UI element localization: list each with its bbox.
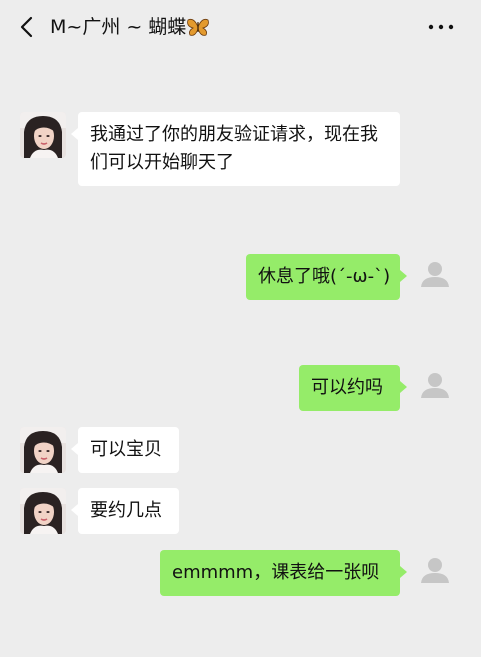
my-avatar[interactable] [412, 254, 458, 300]
butterfly-icon [187, 17, 210, 44]
message-bubble-incoming[interactable]: 要约几点 [71, 488, 179, 534]
contact-avatar[interactable] [20, 427, 66, 473]
message-bubble-outgoing[interactable]: emmmm，课表给一张呗 [160, 550, 407, 596]
my-avatar[interactable] [412, 365, 458, 411]
contact-avatar[interactable] [20, 488, 66, 534]
more-horizontal-icon[interactable] [424, 16, 458, 38]
message-bubble-incoming[interactable]: 可以宝贝 [71, 427, 179, 473]
chat-header: M~广州 ~ 蝴蝶 [0, 0, 481, 56]
my-avatar[interactable] [412, 550, 458, 596]
chat-title-text: M~广州 ~ 蝴蝶 [50, 16, 187, 38]
contact-avatar[interactable] [20, 112, 66, 158]
chevron-left-icon[interactable] [14, 12, 42, 42]
chat-title: M~广州 ~ 蝴蝶 [50, 14, 210, 44]
message-bubble-incoming[interactable]: 我通过了你的朋友验证请求，现在我们可以开始聊天了 [71, 112, 400, 186]
message-bubble-outgoing[interactable]: 休息了哦(´-ω-`) [246, 254, 407, 300]
message-bubble-outgoing[interactable]: 可以约吗 [299, 365, 407, 411]
message-list[interactable]: 我通过了你的朋友验证请求，现在我们可以开始聊天了 休息了哦(´-ω-`) 可以约… [0, 56, 481, 657]
